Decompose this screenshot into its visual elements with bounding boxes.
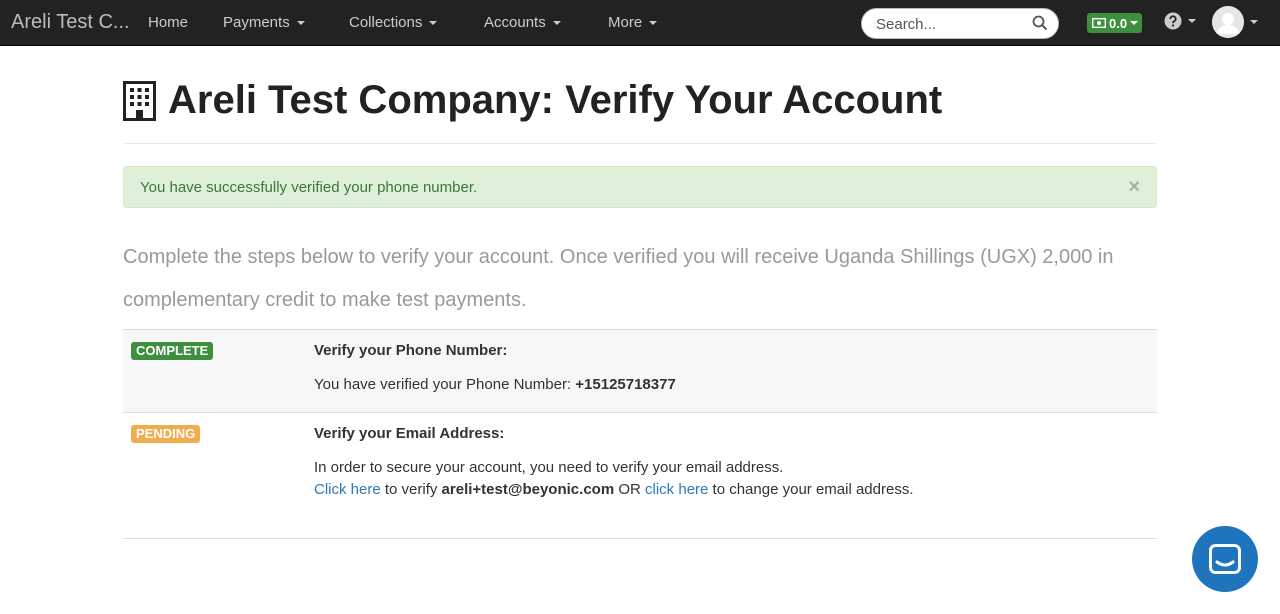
phone-number: +15125718377 [575, 376, 676, 393]
email-actions-line: Click here to verify areli+test@beyonic.… [314, 479, 914, 501]
nav-accounts-label: Accounts [484, 14, 546, 31]
caret-down-icon [649, 20, 658, 25]
nav-home[interactable]: Home [148, 14, 188, 31]
change-email-link[interactable]: click here [645, 481, 708, 498]
step-title-phone: Verify your Phone Number: [314, 342, 508, 359]
step-row-email: PENDING Verify your Email Address: In or… [123, 412, 1157, 539]
caret-down-icon [552, 20, 561, 25]
balance-dropdown[interactable]: 0.0 [1087, 13, 1142, 33]
help-dropdown[interactable] [1164, 12, 1196, 30]
balance-amount: 0.0 [1109, 15, 1128, 31]
title-divider [123, 143, 1157, 144]
caret-down-icon [429, 20, 438, 25]
intro-text: Complete the steps below to verify your … [123, 246, 1114, 311]
email-mid-text-1: to verify [380, 481, 442, 498]
status-badge-pending: PENDING [131, 425, 201, 443]
step-text-email: In order to secure your account, you nee… [314, 457, 914, 501]
caret-down-icon [296, 20, 305, 25]
step-text-phone: You have verified your Phone Number: +15… [314, 374, 676, 396]
email-address: areli+test@beyonic.com [441, 481, 615, 498]
page-title: Areli Test Company: Verify Your Account [168, 78, 943, 122]
caret-down-icon [1188, 19, 1196, 23]
verify-email-link[interactable]: Click here [314, 481, 381, 498]
status-badge-complete: COMPLETE [131, 342, 214, 360]
step-row-phone: COMPLETE Verify your Phone Number: You h… [123, 329, 1157, 412]
avatar [1212, 6, 1244, 38]
nav-collections-dropdown[interactable]: Collections [349, 14, 438, 31]
search-input[interactable] [876, 14, 1026, 34]
money-icon [1092, 18, 1106, 28]
chat-icon [1209, 544, 1241, 574]
brand-link[interactable]: Areli Test C... [11, 11, 130, 34]
nav-more-label: More [608, 14, 643, 31]
nav-more-dropdown[interactable]: More [608, 14, 658, 31]
search-box [861, 8, 1059, 39]
close-icon[interactable]: × [1128, 176, 1140, 199]
phone-text-prefix: You have verified your Phone Number: [314, 376, 576, 393]
success-alert: You have successfully verified your phon… [123, 166, 1157, 208]
top-navbar: Areli Test C... Home Payments Collection… [0, 0, 1280, 46]
building-icon [123, 80, 156, 121]
alert-message: You have successfully verified your phon… [140, 179, 478, 196]
nav-home-label: Home [148, 14, 189, 31]
step-title-email: Verify your Email Address: [314, 425, 505, 442]
nav-payments-dropdown[interactable]: Payments [223, 14, 305, 31]
nav-payments-label: Payments [223, 14, 290, 31]
verification-steps-table: COMPLETE Verify your Phone Number: You h… [123, 329, 1157, 539]
search-icon[interactable] [1032, 15, 1048, 36]
caret-down-icon [1250, 20, 1258, 24]
email-end-text: to change your email address. [708, 481, 914, 498]
question-circle-icon [1164, 12, 1182, 30]
chat-launcher-button[interactable] [1192, 526, 1258, 592]
page-title-row: Areli Test Company: Verify Your Account [123, 78, 942, 123]
nav-collections-label: Collections [349, 14, 423, 31]
nav-accounts-dropdown[interactable]: Accounts [484, 14, 561, 31]
user-menu-dropdown[interactable] [1212, 6, 1258, 38]
email-mid-text-2: OR [614, 481, 646, 498]
caret-down-icon [1130, 21, 1139, 25]
email-instructions: In order to secure your account, you nee… [314, 459, 784, 476]
